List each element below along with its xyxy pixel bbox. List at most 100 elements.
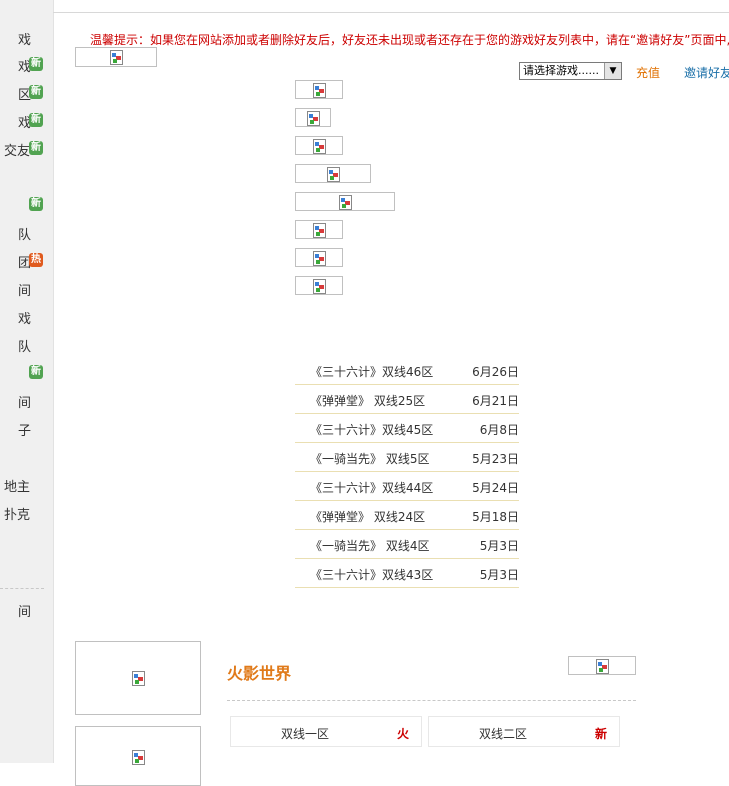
game-banner-image[interactable] (295, 220, 343, 239)
game-thumbnail[interactable] (75, 726, 201, 786)
game-banner-image[interactable] (295, 108, 331, 127)
server-name: 《弹弹堂》 双线24区 (310, 510, 426, 524)
sidebar-item[interactable]: 戏 (0, 26, 53, 48)
new-badge: 新 (29, 141, 43, 155)
server-name: 《三十六计》双线45区 (310, 423, 434, 437)
recharge-link[interactable]: 充值 (636, 64, 660, 81)
server-name: 《三十六计》双线46区 (310, 365, 434, 379)
broken-image-icon (110, 50, 123, 65)
new-badge: 新 (29, 85, 43, 99)
new-badge: 新 (29, 57, 43, 71)
sidebar-divider (0, 588, 44, 589)
broken-image-icon (313, 222, 326, 238)
chevron-down-icon[interactable]: ▼ (604, 63, 621, 79)
sidebar: 戏 戏新 区新 戏新 交友新 新 队 团热 间 戏 队 新 间 子 地主 扑克 … (0, 0, 54, 763)
sidebar-item-label: 交友 (3, 144, 30, 159)
game-banner-image[interactable] (295, 276, 343, 295)
server-list-row[interactable]: 《弹弹堂》 双线24区 5月18日 (295, 501, 519, 530)
sidebar-item-label: 间 (17, 605, 31, 620)
sidebar-item[interactable]: 戏新 (0, 109, 53, 131)
section-divider (227, 700, 636, 701)
server-date: 5月23日 (472, 452, 519, 466)
server-date: 5月3日 (479, 539, 519, 553)
game-banner-image[interactable] (295, 248, 343, 267)
server-list-row[interactable]: 《三十六计》双线43区 5月3日 (295, 559, 519, 588)
server-date: 5月18日 (472, 510, 519, 524)
server-date: 5月3日 (479, 568, 519, 582)
sidebar-item[interactable]: 间 (0, 389, 53, 411)
broken-image-icon (313, 138, 326, 154)
server-list-row[interactable]: 《弹弹堂》 双线25区 6月21日 (295, 385, 519, 414)
zone-name: 双线二区 (479, 727, 528, 741)
sidebar-item[interactable]: 交友新 (0, 137, 53, 159)
new-badge: 新 (29, 365, 43, 379)
server-list-row[interactable]: 《一骑当先》 双线5区 5月23日 (295, 443, 519, 472)
server-date: 6月26日 (472, 365, 519, 379)
sidebar-item[interactable]: 地主 (0, 473, 53, 495)
zone-button[interactable]: 双线二区 新 (428, 716, 620, 747)
server-name: 《三十六计》双线43区 (310, 568, 434, 582)
notice-text: 温馨提示：如果您在网站添加或者删除好友后，好友还未出现或者还存在于您的游戏好友列… (90, 33, 729, 47)
sidebar-item[interactable] (0, 557, 53, 579)
sidebar-item-label: 间 (17, 396, 31, 411)
server-name: 《三十六计》双线44区 (310, 481, 434, 495)
featured-game-title[interactable]: 火影世界 (227, 660, 291, 684)
server-name: 《一骑当先》 双线5区 (310, 452, 430, 466)
sidebar-item-label: 子 (17, 424, 31, 439)
sidebar-item[interactable] (0, 165, 53, 187)
top-divider (53, 12, 729, 13)
hot-badge: 热 (29, 253, 43, 267)
sidebar-item[interactable]: 扑克 (0, 501, 53, 523)
sidebar-item-label: 扑克 (3, 508, 30, 523)
sidebar-item[interactable]: 团热 (0, 249, 53, 271)
game-banner-image[interactable] (295, 164, 371, 183)
sidebar-item[interactable]: 间 (0, 277, 53, 299)
sidebar-item[interactable] (0, 529, 53, 551)
sidebar-item-label: 队 (17, 340, 31, 355)
sidebar-item-label: 戏 (17, 33, 31, 48)
server-list-row[interactable]: 《三十六计》双线46区 6月26日 (295, 356, 519, 385)
sidebar-item-label: 间 (17, 284, 31, 299)
broken-image-icon (339, 194, 352, 210)
server-date: 6月21日 (472, 394, 519, 408)
broken-image-icon (313, 250, 326, 266)
sidebar-item[interactable]: 间 (0, 598, 53, 620)
sidebar-item-label: 戏 (17, 312, 31, 327)
start-game-image-button[interactable] (568, 656, 636, 675)
server-list-row[interactable]: 《三十六计》双线44区 5月24日 (295, 472, 519, 501)
zone-tag: 新 (594, 727, 607, 741)
broken-image-icon (132, 671, 145, 686)
broken-image-icon (596, 658, 609, 674)
featured-game-thumbnail[interactable] (75, 641, 201, 715)
broken-image-icon (313, 278, 326, 294)
server-name: 《弹弹堂》 双线25区 (310, 394, 426, 408)
sidebar-item[interactable] (0, 445, 53, 467)
invite-friends-link[interactable]: 邀请好友 (684, 64, 729, 81)
server-list-row[interactable]: 《三十六计》双线45区 6月8日 (295, 414, 519, 443)
broken-image-icon (307, 110, 320, 126)
sidebar-item[interactable]: 队 (0, 221, 53, 243)
zone-tag: 火 (396, 727, 409, 741)
sidebar-item[interactable]: 区新 (0, 81, 53, 103)
game-select-value: 请选择游戏...... (523, 64, 599, 77)
sidebar-item[interactable]: 新 (0, 193, 53, 215)
sidebar-item[interactable]: 戏 (0, 305, 53, 327)
server-list-row[interactable]: 《一骑当先》 双线4区 5月3日 (295, 530, 519, 559)
game-banner-image[interactable] (295, 80, 343, 99)
game-select[interactable]: 请选择游戏...... ▼ (519, 62, 622, 80)
zone-button[interactable]: 双线一区 火 (230, 716, 422, 747)
new-badge: 新 (29, 113, 43, 127)
sidebar-item[interactable]: 新 (0, 361, 53, 383)
sidebar-item[interactable]: 戏新 (0, 53, 53, 75)
zone-name: 双线一区 (281, 727, 330, 741)
game-banner-image[interactable] (295, 136, 343, 155)
sidebar-item[interactable]: 队 (0, 333, 53, 355)
server-date: 5月24日 (472, 481, 519, 495)
sidebar-item[interactable]: 子 (0, 417, 53, 439)
logo-image (75, 47, 157, 67)
broken-image-icon (327, 166, 340, 182)
game-banner-image[interactable] (295, 192, 395, 211)
server-name: 《一骑当先》 双线4区 (310, 539, 430, 553)
new-badge: 新 (29, 197, 43, 211)
sidebar-item-label: 地主 (3, 480, 30, 495)
